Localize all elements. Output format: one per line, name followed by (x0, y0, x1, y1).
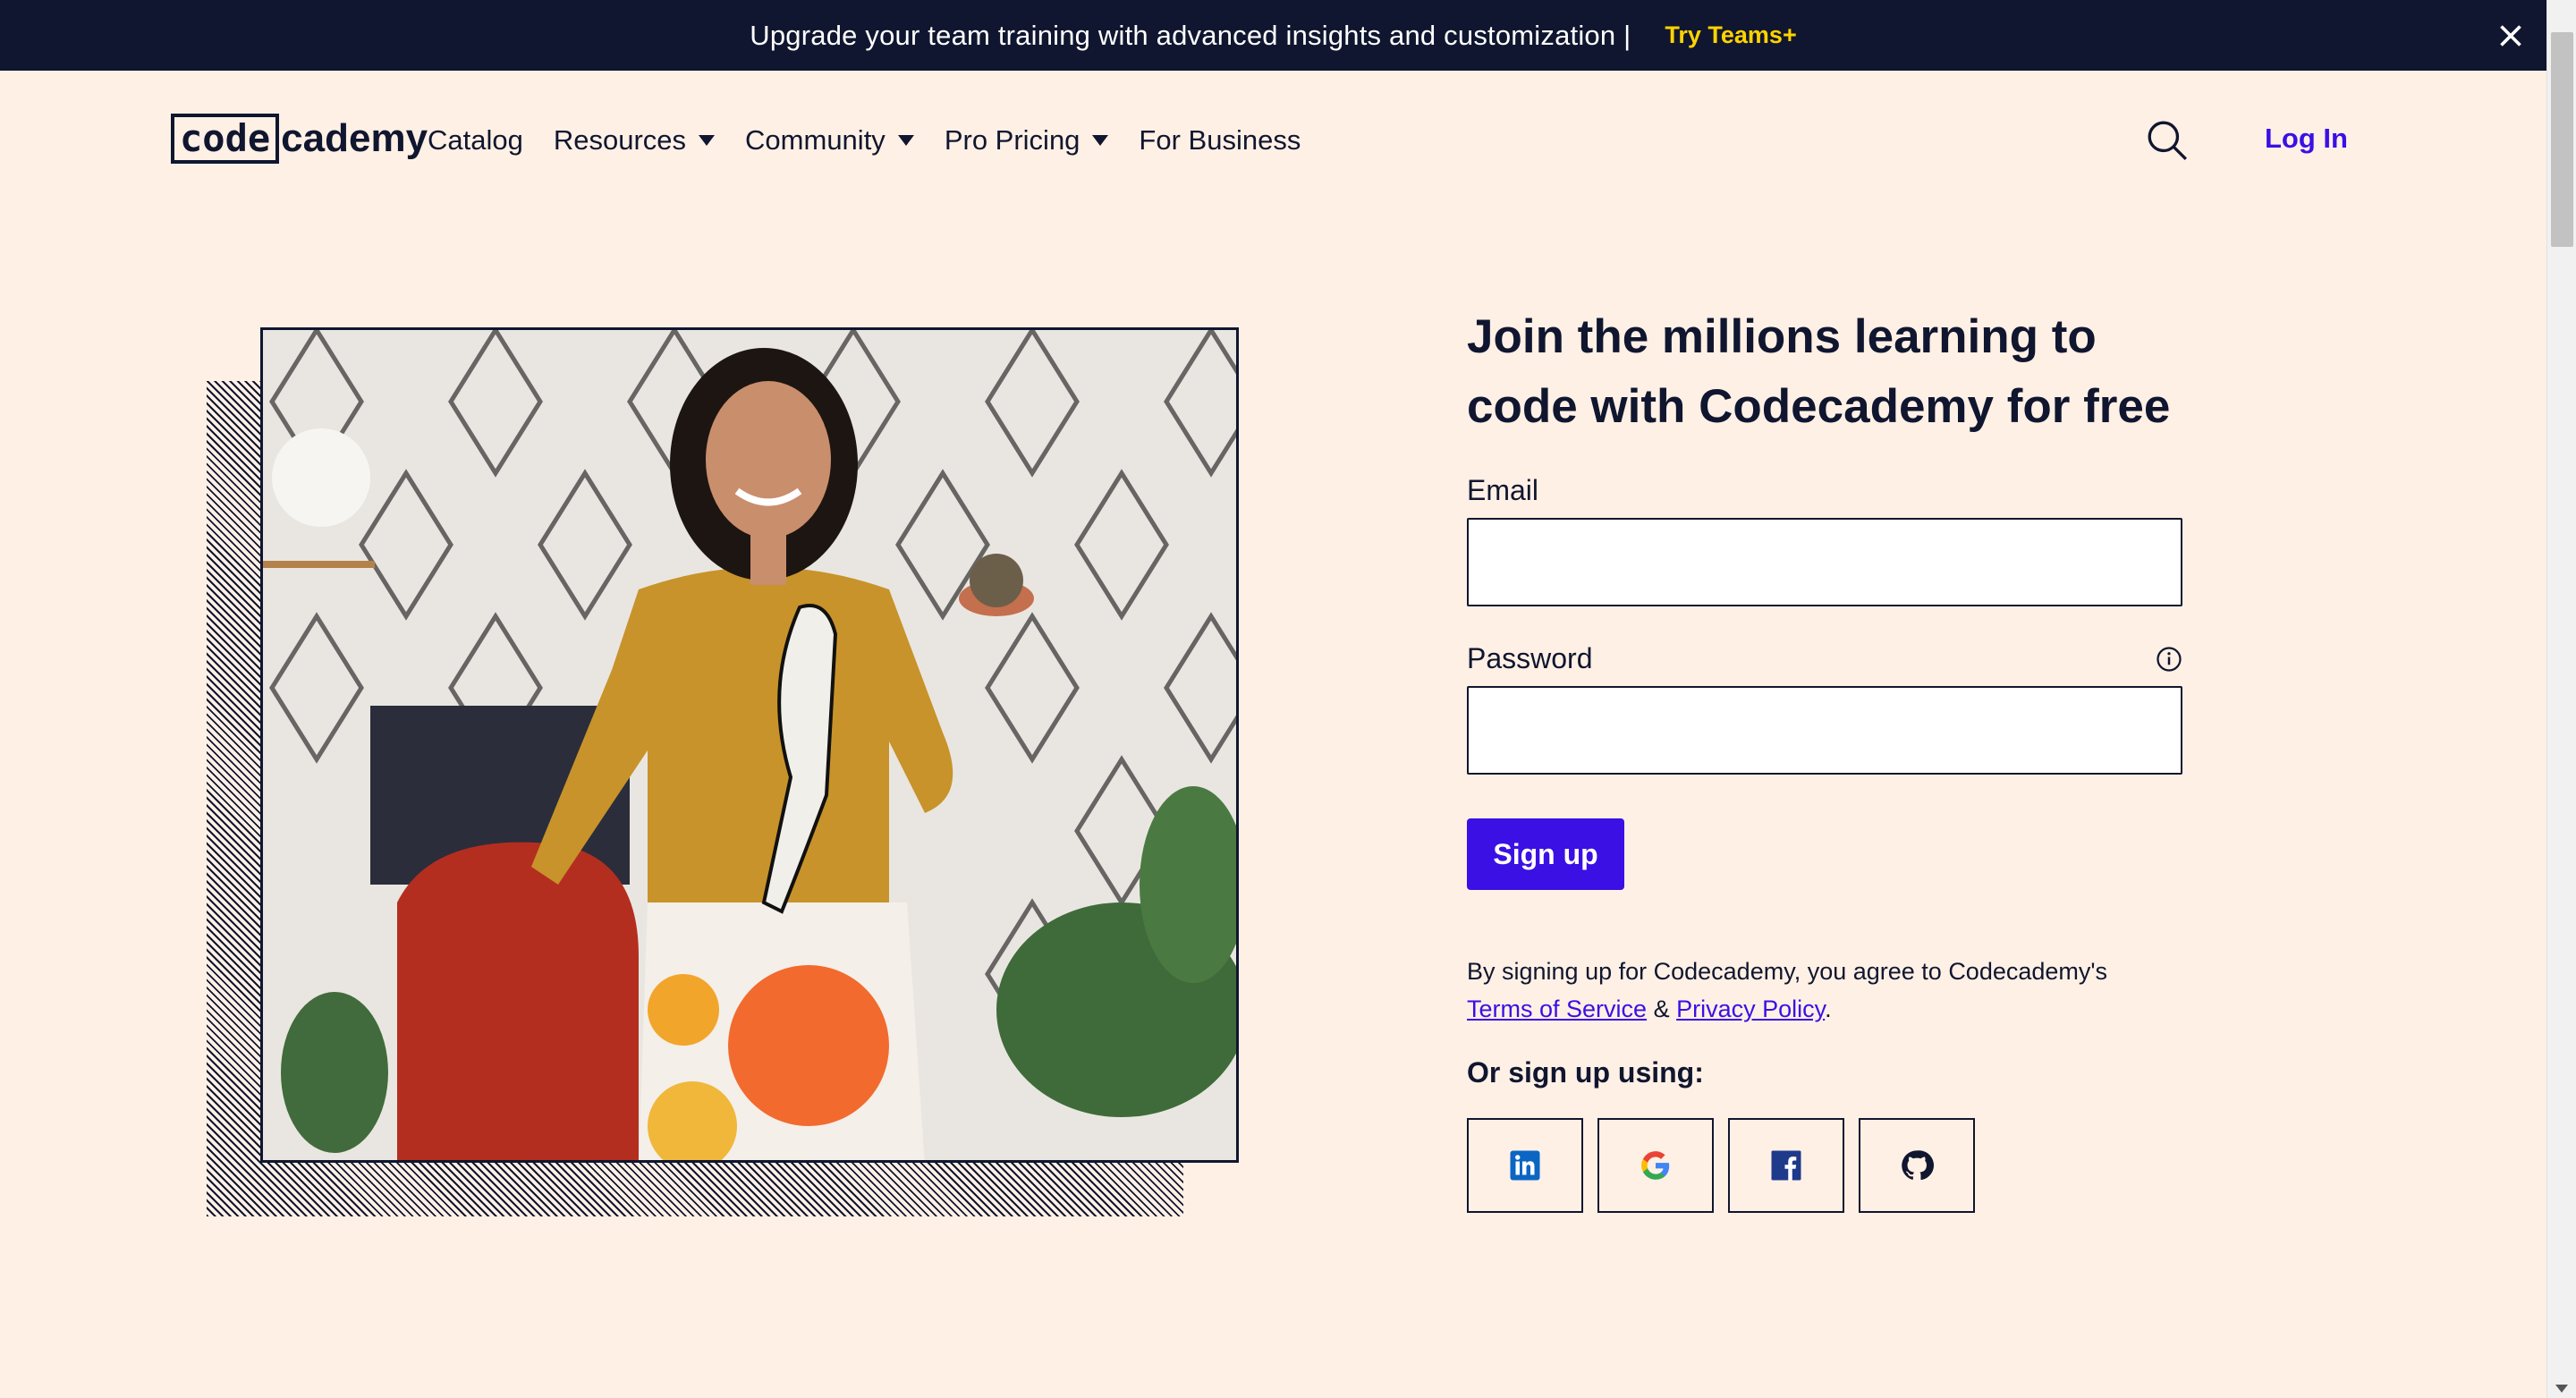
google-signup-button[interactable] (1597, 1118, 1714, 1213)
login-link[interactable]: Log In (2265, 123, 2348, 155)
privacy-policy-link[interactable]: Privacy Policy (1676, 996, 1825, 1022)
terms-of-service-link[interactable]: Terms of Service (1467, 996, 1647, 1022)
hero-image (207, 327, 1239, 1216)
scroll-down-arrow-icon[interactable] (2555, 1385, 2568, 1393)
main-navbar: code cademy Catalog Resources Community … (0, 71, 2546, 212)
nav-item-for-business[interactable]: For Business (1139, 124, 1301, 157)
scrollbar-thumb[interactable] (2551, 32, 2573, 247)
page-scrollbar[interactable] (2546, 0, 2576, 1398)
linkedin-icon (1510, 1150, 1540, 1181)
nav-item-label: Catalog (428, 124, 523, 156)
email-label: Email (1467, 474, 1539, 506)
social-signup-label: Or sign up using: (1467, 1056, 1704, 1089)
nav-item-catalog[interactable]: Catalog (428, 124, 523, 157)
legal-period: . (1825, 996, 1832, 1022)
social-signup-buttons (1467, 1118, 2182, 1213)
promo-banner: Upgrade your team training with advanced… (0, 0, 2546, 71)
nav-item-label: Community (745, 124, 886, 156)
nav-item-community[interactable]: Community (745, 124, 914, 157)
nav-item-label: For Business (1139, 124, 1301, 156)
try-teams-link[interactable]: Try Teams+ (1665, 21, 1796, 49)
page-title: Join the millions learning to code with … (1467, 310, 2171, 433)
nav-item-label: Resources (553, 124, 687, 156)
email-label-row: Email (1467, 474, 2182, 507)
password-label-row: Password (1467, 642, 2182, 675)
signup-form: Join the millions learning to code with … (1467, 302, 2182, 1213)
linkedin-signup-button[interactable] (1467, 1118, 1583, 1213)
signup-button[interactable]: Sign up (1467, 818, 1624, 890)
email-field[interactable] (1467, 518, 2182, 606)
caret-down-icon (897, 135, 914, 146)
close-icon[interactable] (2495, 20, 2527, 52)
nav-item-pro-pricing[interactable]: Pro Pricing (945, 124, 1109, 157)
banner-text: Upgrade your team training with advanced… (750, 19, 1631, 51)
legal-prefix: By signing up for Codecademy, you agree … (1467, 958, 2108, 985)
google-icon (1641, 1151, 1670, 1180)
nav-item-label: Pro Pricing (944, 124, 1080, 156)
nav-menu: Catalog Resources Community Pro Pricing … (428, 115, 1331, 165)
github-signup-button[interactable] (1859, 1118, 1975, 1213)
hero-photo (260, 327, 1239, 1163)
facebook-signup-button[interactable] (1728, 1118, 1844, 1213)
hero-photo-illustration (263, 330, 1236, 1160)
github-icon (1902, 1150, 1934, 1181)
legal-ampersand: & (1653, 996, 1670, 1022)
logo-code-box: code (171, 114, 280, 164)
logo-cademy-text: cademy (281, 116, 428, 160)
caret-down-icon (699, 135, 716, 146)
search-icon[interactable] (2145, 118, 2190, 163)
password-label: Password (1467, 642, 1593, 674)
caret-down-icon (1092, 135, 1109, 146)
nav-item-resources[interactable]: Resources (553, 124, 716, 157)
facebook-icon (1771, 1150, 1801, 1181)
password-field[interactable] (1467, 686, 2182, 775)
info-icon[interactable] (2156, 646, 2182, 673)
codecademy-logo[interactable]: code cademy (171, 114, 428, 164)
legal-text: By signing up for Codecademy, you agree … (1467, 953, 2182, 1028)
